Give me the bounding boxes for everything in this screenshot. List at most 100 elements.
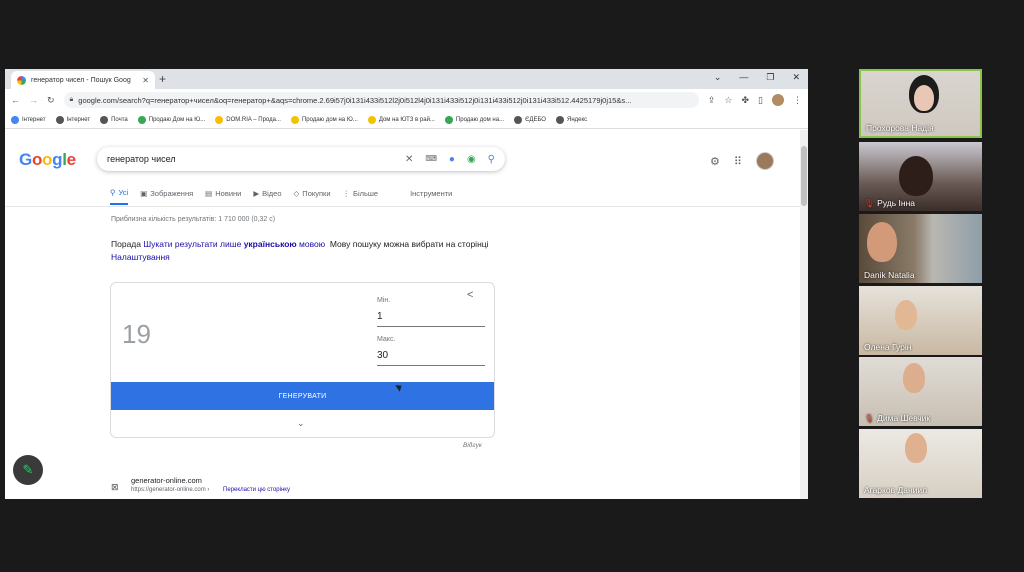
bookmark-favicon-icon (514, 115, 523, 124)
search-result[interactable]: ⊠ generator-online.com https://generator… (111, 476, 290, 494)
apps-grid-icon[interactable]: ⠿ (734, 155, 742, 168)
participant-face (867, 222, 897, 262)
result-site-name[interactable]: generator-online.com (131, 476, 290, 485)
bookmark-item[interactable]: Інтернет (55, 115, 90, 124)
language-tip: Порада Шукати результати лише українсько… (111, 239, 489, 262)
keyboard-icon[interactable]: ⌨ (425, 154, 437, 165)
tab-more[interactable]: ⋮ Більше (343, 188, 379, 205)
browser-tab[interactable]: генератор чисел - Пошук Goog ✕ (11, 71, 155, 89)
bookmark-item[interactable]: Інтернет (11, 115, 46, 124)
account-area: ⚙ ⠿ (710, 152, 774, 170)
participant-tile[interactable]: 🎙︎ Дима Шевчик (859, 357, 982, 426)
tab-search[interactable]: ⚲ Усі (110, 188, 129, 205)
forward-icon[interactable]: → (29, 95, 38, 105)
bookmark-item[interactable]: Яндекс (555, 115, 587, 124)
tab-news[interactable]: ▤ Новини (205, 188, 241, 205)
share-page-icon[interactable]: ⇪ (708, 95, 716, 106)
window-controls: ⌄ — ❐ ✕ (714, 72, 800, 83)
participant-name: 🎙︎ Дима Шевчик (864, 413, 931, 423)
account-avatar[interactable] (755, 152, 774, 170)
generated-number: 19 (122, 319, 151, 349)
max-input[interactable]: 30 (377, 350, 485, 366)
bookmark-favicon-icon (100, 115, 109, 124)
new-tab-button[interactable]: + (159, 72, 166, 86)
clear-icon[interactable]: ✕ (405, 154, 413, 165)
search-icon[interactable]: ⚲ (488, 154, 495, 165)
back-icon[interactable]: ← (11, 95, 20, 105)
browser-window: генератор чисел - Пошук Goog ✕ + ⌄ — ❐ ✕… (5, 69, 808, 499)
google-results-page: Google генератор чисел ✕ ⌨ ● ◉ ⚲ ⚙ ⠿ ⚲ Ус… (5, 130, 800, 499)
bookmark-item[interactable]: Продаю дом на... (444, 115, 504, 124)
tab-strip: генератор чисел - Пошук Goog ✕ + ⌄ — ❐ ✕ (5, 69, 808, 89)
bookmark-item[interactable]: ЄДЕБО (514, 115, 546, 124)
participant-name: Агарков Даниил (864, 485, 928, 495)
side-panel-icon[interactable]: ▯ (758, 95, 763, 106)
bookmark-item[interactable]: Продаю дом на Ю... (290, 115, 358, 124)
tools-button[interactable]: Інструменти (410, 188, 452, 205)
bookmarks-bar: Інтернет Інтернет Почта Продаю Дом на Ю... D… (5, 111, 808, 129)
tab-label: Більше (353, 189, 379, 198)
annotate-pencil-icon[interactable]: ✎ (13, 455, 43, 485)
tag-icon: ◇ (293, 189, 300, 198)
settings-link[interactable]: Налаштування (111, 252, 170, 262)
profile-avatar[interactable] (772, 94, 784, 106)
minimize-button[interactable]: — (739, 72, 748, 83)
tab-image[interactable]: ▣ Зображення (140, 188, 193, 205)
participant-name: 🎙︎ Рудь Інна (864, 198, 916, 208)
tab-label: Зображення (150, 189, 194, 198)
tab-label: Покупки (302, 189, 331, 198)
random-number-generator-card: 19 < Мін. 1 Макс. 30 ГЕНЕРУВАТИ ⌄ (110, 282, 495, 438)
scrollbar-thumb[interactable] (801, 146, 807, 206)
chevron-down-icon[interactable]: ⌄ (297, 418, 305, 429)
tab-label: Усі (118, 188, 129, 197)
extensions-icon[interactable]: ✤ (742, 95, 750, 106)
search-input[interactable]: генератор чисел ✕ ⌨ ● ◉ ⚲ (97, 147, 505, 171)
settings-gear-icon[interactable]: ⚙ (710, 155, 720, 168)
participant-tile[interactable]: Агарков Даниил (859, 429, 982, 498)
min-input[interactable]: 1 (377, 311, 485, 327)
bookmark-label: Дом на ЮТЗ в рай... (378, 116, 435, 123)
bookmark-item[interactable]: Продаю Дом на Ю... (137, 115, 205, 124)
participant-hair (899, 156, 933, 196)
google-favicon-icon (17, 75, 26, 85)
address-bar[interactable]: 🔒︎ google.com/search?q=генератор+чисел&o… (63, 92, 699, 108)
participant-tile[interactable]: 🎙︎ Рудь Інна (859, 142, 982, 211)
participant-tile[interactable]: Олена Гурін (859, 286, 982, 355)
page-scrollbar[interactable] (800, 130, 808, 499)
bookmark-favicon-icon (215, 115, 224, 124)
tab-video[interactable]: ▶ Відео (253, 188, 281, 205)
min-label: Мін. (377, 297, 391, 304)
bookmark-label: DOM.RIA – Прода... (226, 116, 281, 123)
menu-icon[interactable]: ⋮ (793, 95, 802, 106)
tab-search-icon[interactable]: ⌄ (714, 72, 722, 83)
participant-tile[interactable]: Danik Natalia (859, 214, 982, 283)
image-icon: ▣ (140, 189, 148, 198)
bookmark-label: Інтернет (22, 116, 46, 123)
participant-tile[interactable]: Прохорова Надія (859, 69, 982, 138)
lock-icon: 🔒︎ (69, 96, 74, 103)
close-window-button[interactable]: ✕ (792, 72, 800, 83)
tab-close-icon[interactable]: ✕ (142, 76, 149, 85)
lens-icon[interactable]: ◉ (467, 154, 476, 165)
bookmark-star-icon[interactable]: ☆ (724, 95, 732, 106)
bookmark-item[interactable]: DOM.RIA – Прода... (215, 115, 281, 124)
bookmark-item[interactable]: Дом на ЮТЗ в рай... (367, 115, 435, 124)
bookmark-favicon-icon (290, 115, 299, 124)
feedback-link[interactable]: Відгук (463, 442, 482, 449)
language-tip-link[interactable]: Шукати результати лише українською мовою (143, 239, 325, 249)
google-logo[interactable]: Google (19, 150, 76, 170)
translate-link[interactable]: Перекласти цю сторінку (223, 487, 290, 493)
news-icon: ▤ (205, 189, 213, 198)
tab-title: генератор чисел - Пошук Goog (31, 76, 131, 84)
reload-icon[interactable]: ↻ (47, 95, 55, 106)
restore-button[interactable]: ❐ (766, 72, 774, 83)
site-favicon-icon: ⊠ (111, 482, 119, 492)
microphone-icon[interactable]: ● (449, 154, 455, 165)
bookmark-item[interactable]: Почта (100, 115, 128, 124)
participant-face (903, 363, 925, 393)
video-icon: ▶ (253, 189, 260, 198)
share-icon[interactable]: < (467, 289, 473, 301)
participant-face (895, 300, 917, 330)
generate-button[interactable]: ГЕНЕРУВАТИ (111, 382, 494, 410)
tab-tag[interactable]: ◇ Покупки (294, 188, 331, 205)
